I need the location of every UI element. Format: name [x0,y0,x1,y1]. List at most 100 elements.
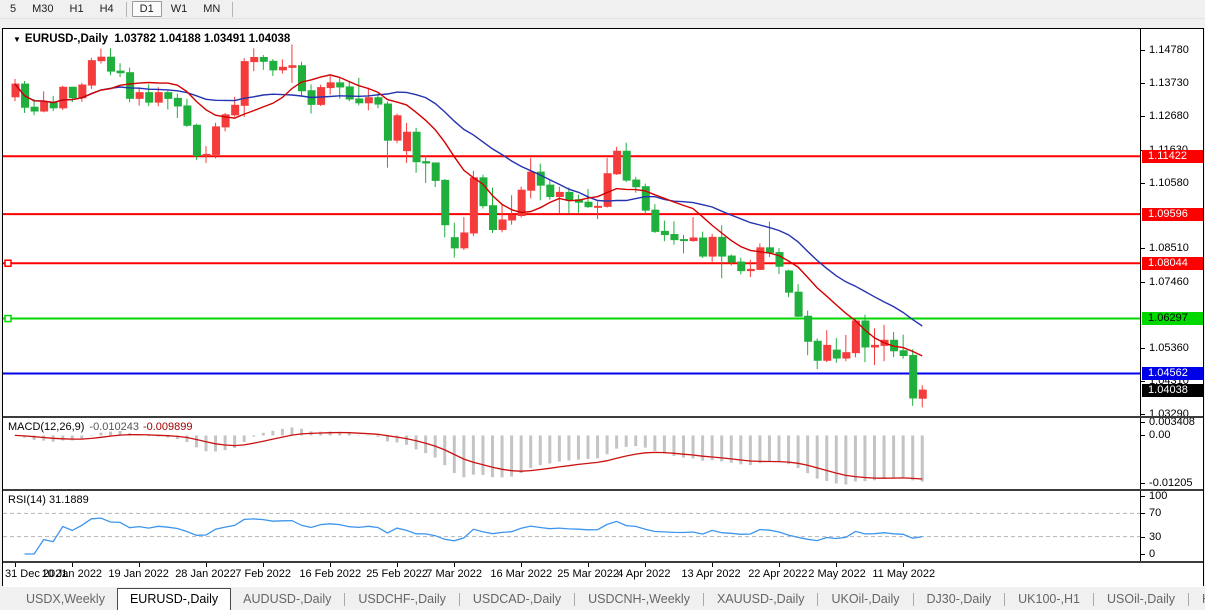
macd-bar [768,435,771,461]
price-line-tag: 1.11422 [1142,150,1203,163]
candle-body [747,269,754,270]
candle-body [318,88,325,105]
macd-bar [596,435,599,458]
macd-tick-label: -0.01205 [1149,478,1192,489]
macd-value-main: -0.010243 [89,421,139,433]
rsi-axis[interactable]: 10070300 [1140,491,1203,561]
macd-axis[interactable]: 0.0034080.00-0.01205 [1140,418,1203,489]
candle-body [709,237,716,256]
tab-usdx-weekly[interactable]: USDX,Weekly [14,589,117,610]
price-axis[interactable]: 1.147801.137301.126801.116301.105801.085… [1140,29,1203,416]
timeframe-button-h4[interactable]: H4 [93,2,121,16]
candle-body [88,61,95,85]
candle-body [184,106,191,125]
price-tick-label: 1.14780 [1149,45,1189,56]
tab-ukoil-daily[interactable]: UKOil-,Daily [819,589,911,610]
macd-histogram-group [14,427,924,484]
tab-dj30-daily[interactable]: DJ30-,Daily [915,589,1004,610]
tab-usdcnh-weekly[interactable]: USDCNH-,Weekly [576,589,702,610]
macd-bar [758,435,761,463]
tab-eurusd-daily[interactable]: EURUSD-,Daily [117,588,231,610]
price-chart-row: ▼EURUSD-,Daily 1.03782 1.04188 1.03491 1… [3,29,1203,416]
tab-usoil-daily[interactable]: USOil-,Daily [1095,589,1187,610]
tab-divider [344,593,345,606]
rsi-svg [3,491,1140,561]
candle-body [213,127,220,155]
price-tick-mark [1141,348,1145,349]
macd-signal-line [15,433,922,480]
price-chart-pane[interactable]: ▼EURUSD-,Daily 1.03782 1.04188 1.03491 1… [3,29,1140,416]
price-tick-mark [1141,50,1145,51]
candle-body [862,321,869,347]
candle-body [423,162,430,163]
candle-body [165,93,172,99]
line-handle[interactable] [5,316,11,322]
macd-bar [61,435,64,440]
macd-bar [405,435,408,444]
current-price-tag: 1.04038 [1142,384,1203,397]
candle-body [719,237,726,256]
tab-audusd-daily[interactable]: AUDUSD-,Daily [231,589,343,610]
macd-bar [558,435,561,461]
macd-bar [863,435,866,481]
candle-body [499,220,506,230]
rsi-label: RSI(14) 31.1889 [8,494,89,506]
candle-body [738,262,745,271]
date-tick-mark [645,563,646,567]
tab-usdchf-daily[interactable]: USDCHF-,Daily [346,589,458,610]
candle-body [384,104,391,140]
date-label: 19 Jan 2022 [108,568,169,580]
tab-hk50-h1[interactable]: HK50-,H1 [1190,589,1205,610]
price-tick-mark [1141,83,1145,84]
date-label: 7 Feb 2022 [235,568,291,580]
timeframe-button-d1[interactable]: D1 [132,1,162,17]
chart-title-symbol: EURUSD-,Daily [25,33,108,45]
macd-bar [873,435,876,480]
price-chart-svg [3,29,1140,416]
line-handle[interactable] [5,260,11,266]
date-tick-mark [139,563,140,567]
tab-xauusd-daily[interactable]: XAUUSD-,Daily [705,589,817,610]
candle-body [270,61,277,70]
date-tick-mark [15,563,16,567]
macd-bar [415,435,418,449]
price-line-tag: 1.06297 [1142,312,1203,325]
price-line-tag: 1.08044 [1142,257,1203,270]
timeframe-button-mn[interactable]: MN [196,2,227,16]
tab-uk100-h1[interactable]: UK100-,H1 [1006,589,1092,610]
candle-body [509,216,516,220]
timeframe-button-m30[interactable]: M30 [25,2,60,16]
price-tick-label: 1.13730 [1149,78,1189,89]
price-tick-label: 1.07460 [1149,277,1189,288]
macd-bar [854,435,857,481]
date-tick-mark [836,563,837,567]
date-label: 25 Mar 2022 [557,568,619,580]
timeframe-button-h1[interactable]: H1 [63,2,91,16]
timeframe-button-5[interactable]: 5 [3,2,23,16]
date-tick-mark [330,563,331,567]
timeframe-button-w1[interactable]: W1 [164,2,195,16]
candle-body [174,98,181,106]
symbol-dropdown-icon[interactable]: ▼ [13,35,21,44]
macd-bar [348,433,351,435]
candle-body [585,202,592,206]
macd-bar [615,435,618,448]
macd-bar [262,433,265,436]
tab-usdcad-daily[interactable]: USDCAD-,Daily [461,589,573,610]
date-tick-mark [903,563,904,567]
macd-bar [663,435,666,453]
candle-body [461,233,468,248]
candle-body [69,87,76,97]
candle-body [919,390,926,398]
candle-body [766,248,773,253]
date-label: 16 Mar 2022 [490,568,552,580]
price-tick-mark [1141,381,1145,382]
rsi-tick-label: 0 [1149,549,1155,560]
candle-body [843,353,850,358]
date-axis[interactable]: 31 Dec 202110 Jan 202219 Jan 202228 Jan … [3,563,1203,587]
macd-bar [806,435,809,473]
macd-pane[interactable]: MACD(12,26,9)-0.010243-0.009899 [3,418,1140,489]
macd-bar [376,435,379,436]
macd-bar [577,435,580,459]
rsi-pane[interactable]: RSI(14) 31.1889 [3,491,1140,561]
